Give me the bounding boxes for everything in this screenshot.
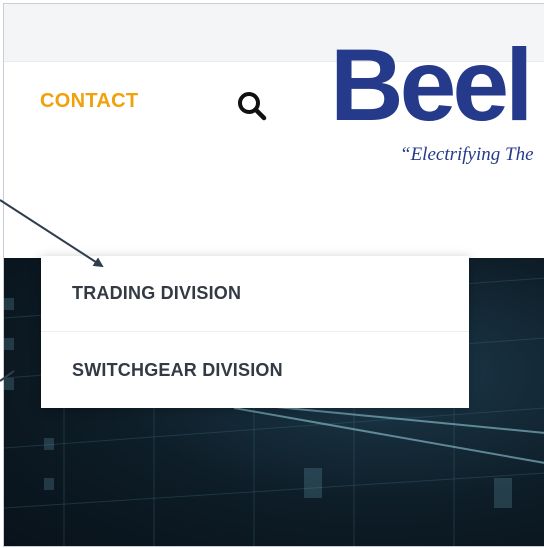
- search-icon[interactable]: [234, 88, 270, 124]
- site-logo[interactable]: Beel “Electrifying The: [330, 42, 544, 182]
- dropdown-item-trading-division[interactable]: TRADING DIVISION: [41, 256, 469, 332]
- division-dropdown-menu: TRADING DIVISION SWITCHGEAR DIVISION: [41, 256, 469, 408]
- browser-viewport: CONTACT Beel “Electrifying The TRADING D…: [3, 3, 544, 547]
- logo-tagline: “Electrifying The: [400, 144, 534, 165]
- dropdown-item-switchgear-division[interactable]: SWITCHGEAR DIVISION: [41, 332, 469, 408]
- nav-contact-link[interactable]: CONTACT: [40, 90, 138, 113]
- logo-wordmark: Beel: [330, 42, 533, 142]
